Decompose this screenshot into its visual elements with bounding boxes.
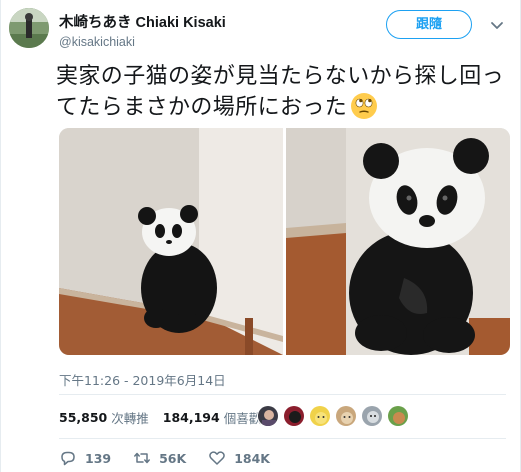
liker-avatar[interactable]: [387, 405, 409, 427]
avatar[interactable]: [9, 8, 49, 48]
liker-avatars: [257, 405, 413, 427]
retweet-button[interactable]: 56K: [133, 449, 186, 467]
face-with-rolling-eyes-icon: [350, 92, 378, 120]
liker-avatar[interactable]: [257, 405, 279, 427]
tweet-card: 木崎ちあき Chiaki Kisaki @kisakichiaki 跟隨 実家の…: [0, 0, 521, 472]
tweet-stats: 55,850 次轉推 184,194 個喜歡: [59, 404, 275, 430]
liker-avatar[interactable]: [335, 405, 357, 427]
heart-icon: [208, 449, 226, 467]
user-names: 木崎ちあき Chiaki Kisaki @kisakichiaki: [59, 11, 226, 49]
follow-button[interactable]: 跟隨: [386, 10, 472, 39]
retweet-stat-count[interactable]: 55,850: [59, 410, 107, 425]
divider: [59, 394, 506, 395]
reply-count: 139: [85, 450, 112, 466]
liker-avatar[interactable]: [361, 405, 383, 427]
retweet-icon: [133, 449, 151, 467]
retweet-stat-label[interactable]: 次轉推: [111, 408, 149, 427]
reply-button[interactable]: 139: [59, 449, 111, 467]
tweet-header: 木崎ちあき Chiaki Kisaki @kisakichiaki 跟隨: [9, 8, 506, 56]
liker-avatar[interactable]: [309, 405, 331, 427]
tweet-text: 実家の子猫の姿が見当たらないから探し回ってたらまさかの場所におった: [56, 62, 506, 123]
display-name[interactable]: 木崎ちあき Chiaki Kisaki: [59, 11, 226, 32]
divider: [59, 438, 506, 439]
liker-avatar[interactable]: [283, 405, 305, 427]
retweet-count: 56K: [159, 450, 187, 466]
like-button[interactable]: 184K: [208, 449, 270, 467]
user-handle[interactable]: @kisakichiaki: [59, 35, 226, 49]
tweet-text-content: 実家の子猫の姿が見当たらないから探し回ってたらまさかの場所におった: [56, 64, 505, 120]
like-count: 184K: [234, 450, 270, 466]
like-stat-label[interactable]: 個喜歡: [224, 408, 262, 427]
tweet-actions: 139 56K 184K: [59, 448, 292, 468]
reply-icon: [59, 449, 77, 467]
tweet-media[interactable]: [59, 128, 510, 355]
photo-right[interactable]: [286, 128, 510, 355]
tweet-timestamp[interactable]: 下午11:26 - 2019年6月14日: [59, 370, 226, 389]
chevron-down-icon[interactable]: [488, 16, 506, 34]
like-stat-count[interactable]: 184,194: [163, 410, 220, 425]
photo-left[interactable]: [59, 128, 283, 355]
